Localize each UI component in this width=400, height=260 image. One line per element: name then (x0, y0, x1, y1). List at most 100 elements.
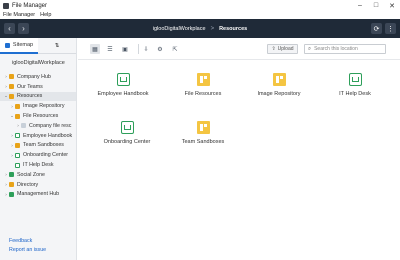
breadcrumb-item-root[interactable]: iglooDigitalWorkplace (153, 26, 206, 32)
space-icon (15, 152, 20, 158)
external-link-icon[interactable]: ⇱ (170, 44, 180, 54)
tile-label: Onboarding Center (103, 139, 151, 145)
sidebar-item-label: File Resources (23, 113, 59, 120)
sidebar-tabs: Sitemap ⇅ (0, 38, 76, 54)
content-tile[interactable]: File Resources (164, 65, 242, 99)
grid-view-icon[interactable]: ▦ (90, 44, 100, 54)
report-issue-link[interactable]: Report an issue (9, 246, 46, 255)
sitemap-icon (4, 42, 10, 48)
maximize-icon[interactable]: □ (368, 0, 384, 11)
content-tile[interactable]: Onboarding Center (88, 113, 166, 147)
sidebar: Sitemap ⇅ iglooDigitalWorkplace › Company… (0, 38, 77, 260)
sidebar-item-label: Resources (17, 93, 43, 100)
folder-icon (9, 84, 14, 90)
folder-grid-icon (196, 73, 210, 86)
search-input[interactable] (314, 46, 383, 52)
folder-icon (9, 172, 14, 178)
sidebar-item[interactable]: › Company Hub (0, 72, 76, 82)
sidebar-item[interactable]: ⌄ File Resources (0, 111, 76, 121)
app-icon (3, 2, 9, 9)
breadcrumb: iglooDigitalWorkplace > Resources (0, 19, 400, 38)
settings-icon[interactable]: ⚙ (155, 44, 165, 54)
space-icon (116, 73, 130, 86)
content-tile[interactable]: IT Help Desk (316, 65, 394, 99)
sidebar-item[interactable]: ⌄ Resources (0, 91, 76, 102)
sidebar-item-label: Image Repository (23, 103, 65, 110)
sidebar-item-label: IT Help Desk (23, 162, 54, 169)
window-controls: – □ ✕ (352, 0, 400, 11)
folder-icon (9, 93, 14, 99)
upload-button[interactable]: ⇧ Upload (267, 44, 298, 54)
folder-icon (15, 142, 20, 148)
download-icon[interactable]: ⇩ (141, 44, 151, 54)
close-icon[interactable]: ✕ (384, 0, 400, 11)
navigation-bar: ‹ › iglooDigitalWorkplace > Resources ⟳ … (0, 19, 400, 38)
sidebar-item-label: Onboarding Center (23, 152, 69, 159)
upload-label: Upload (277, 46, 294, 52)
tab-sitemap[interactable]: Sitemap (0, 38, 38, 54)
menu-file-manager[interactable]: File Manager (3, 12, 35, 18)
content-grid: Employee Handbook File Resources Image Rep… (78, 61, 400, 260)
sitemap-root[interactable]: iglooDigitalWorkplace (0, 54, 76, 72)
folder-icon (9, 182, 14, 188)
folder-icon (9, 191, 14, 197)
toolbar-divider (138, 44, 139, 54)
sidebar-item-label: Team Sandboxes (23, 142, 64, 149)
folder-grid-icon (272, 73, 286, 86)
folder-icon (15, 113, 20, 119)
sidebar-item[interactable]: › Image Repository (0, 101, 76, 111)
sidebar-item-label: Management Hub (17, 191, 60, 198)
search-icon: ⌕ (308, 45, 312, 52)
title-bar: File Manager (0, 0, 400, 11)
tile-label: Employee Handbook (97, 91, 149, 97)
tab-sort[interactable]: ⇅ (38, 38, 76, 54)
sidebar-item[interactable]: › Management Hub (0, 190, 76, 200)
sidebar-item-label: Employee Handbook (23, 132, 73, 139)
breadcrumb-item-current: Resources (219, 25, 248, 32)
sidebar-item[interactable]: › Directory (0, 180, 76, 190)
search-box[interactable]: ⌕ (304, 44, 386, 54)
content-tile[interactable]: Image Repository (240, 65, 318, 99)
feedback-link[interactable]: Feedback (9, 237, 46, 246)
tile-label: Team Sandboxes (181, 139, 225, 145)
upload-icon: ⇧ (271, 46, 276, 52)
refresh-icon[interactable]: ⟳ (371, 23, 382, 34)
space-icon (15, 133, 20, 139)
sidebar-item-label: Directory (17, 181, 39, 188)
sidebar-item-label: Company Hub (17, 73, 51, 80)
sidebar-item[interactable]: › Our Teams (0, 82, 76, 92)
tile-label: Image Repository (257, 91, 301, 97)
sidebar-item[interactable]: › Employee Handbook (0, 131, 76, 141)
breadcrumb-separator: > (210, 25, 215, 32)
list-view-icon[interactable]: ☰ (105, 44, 115, 54)
content-tile[interactable]: Employee Handbook (84, 65, 162, 99)
space-icon (348, 73, 362, 86)
menu-help[interactable]: Help (40, 12, 51, 18)
sidebar-item-label: Our Teams (17, 83, 43, 90)
tile-label: IT Help Desk (339, 91, 371, 97)
sidebar-item[interactable]: IT Help Desk (0, 160, 76, 170)
sidebar-item-label: Company file resc (29, 122, 72, 129)
space-icon (120, 121, 134, 134)
folder-icon (9, 74, 14, 80)
folder-grid-icon (196, 121, 210, 134)
folder-view-icon[interactable]: ▣ (120, 44, 130, 54)
sidebar-item[interactable]: › Team Sandboxes (0, 141, 76, 151)
sidebar-links: Feedback Report an issue (9, 237, 46, 255)
minimize-icon[interactable]: – (352, 0, 368, 11)
file-icon (21, 123, 26, 129)
sidebar-item[interactable]: › Onboarding Center (0, 150, 76, 160)
sidebar-item[interactable]: › Company file resc (0, 121, 76, 131)
menu-bar: File Manager Help (0, 11, 400, 19)
window-title: File Manager (12, 2, 48, 9)
space-icon (15, 162, 20, 168)
content-tile[interactable]: Team Sandboxes (164, 113, 242, 147)
sidebar-item[interactable]: › Social Zone (0, 170, 76, 180)
sort-icon: ⇅ (54, 42, 60, 49)
sitemap-tree: › Company Hub › Our Teams ⌄ Resources › Image R… (0, 72, 76, 199)
folder-icon (15, 103, 20, 109)
toolbar: ▦ ☰ ▣ ⇩ ⚙ ⇱ ⇧ Upload ⌕ (78, 38, 400, 60)
tab-sitemap-label: Sitemap (12, 42, 34, 48)
sidebar-item-label: Social Zone (17, 171, 45, 178)
more-options-icon[interactable]: ⋮ (385, 23, 396, 34)
